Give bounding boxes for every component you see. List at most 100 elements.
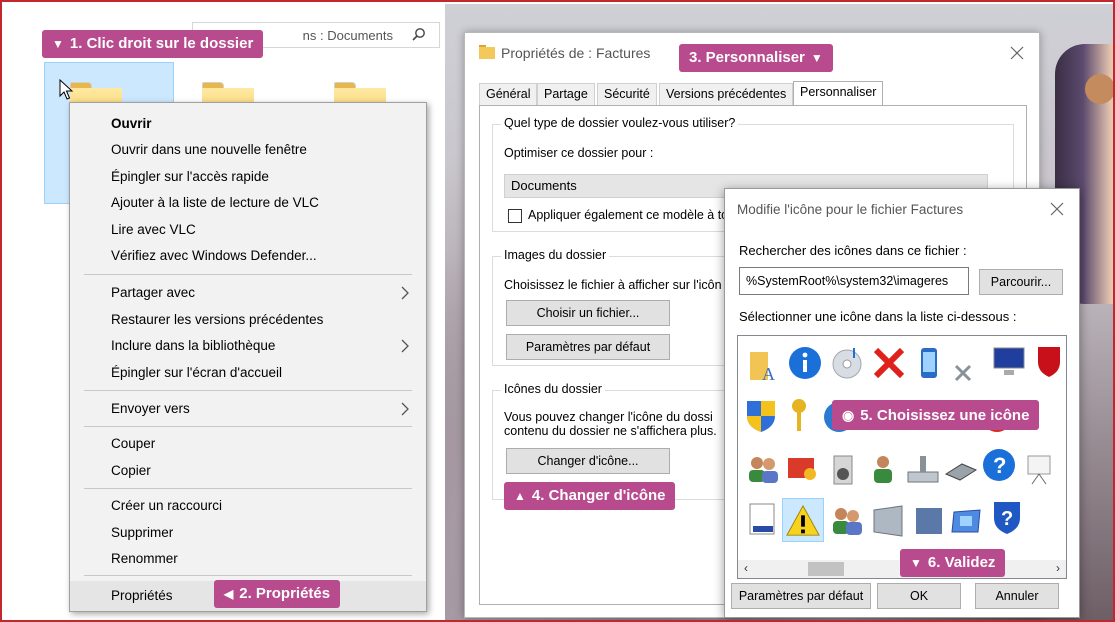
menu-separator xyxy=(84,488,412,489)
ok-button[interactable]: OK xyxy=(877,583,961,609)
tab-general[interactable]: Général xyxy=(479,83,538,105)
menu-item-add-vlc-playlist[interactable]: Ajouter à la liste de lecture de VLC xyxy=(70,190,426,216)
scanner-icon[interactable] xyxy=(942,450,980,488)
folder-icon xyxy=(479,45,495,59)
photo-child-hand xyxy=(1085,74,1113,104)
triangle-down-icon: ▼ xyxy=(810,51,823,65)
speaker-icon[interactable] xyxy=(824,450,862,488)
panel-icon[interactable] xyxy=(870,502,908,540)
cancel-button[interactable]: Annuler xyxy=(975,583,1059,609)
search-icons-label: Rechercher des icônes dans ce fichier : xyxy=(739,243,967,258)
info-icon[interactable] xyxy=(786,344,824,382)
user-card-icon[interactable] xyxy=(864,450,902,488)
red-x-icon[interactable] xyxy=(870,344,908,382)
choose-file-button[interactable]: Choisir un fichier... xyxy=(506,300,670,326)
tab-sharing[interactable]: Partage xyxy=(537,83,595,105)
scroll-thumb[interactable] xyxy=(808,562,844,576)
svg-text:A: A xyxy=(762,364,775,384)
apply-template-checkbox[interactable] xyxy=(508,209,522,223)
menu-separator xyxy=(84,390,412,391)
menu-item-delete[interactable]: Supprimer xyxy=(70,520,426,546)
icon-file-path-input[interactable]: %SystemRoot%\system32\imageres xyxy=(739,267,969,295)
menu-item-pin-quick-access[interactable]: Épingler sur l'accès rapide xyxy=(70,164,426,190)
browse-button[interactable]: Parcourir... xyxy=(979,269,1063,295)
menu-item-windows-defender[interactable]: Vérifiez avec Windows Defender... xyxy=(70,243,426,269)
chevron-right-icon xyxy=(401,286,409,300)
monitor-icon[interactable] xyxy=(990,342,1028,380)
step-badge-4: ▲ 4. Changer d'icône xyxy=(504,482,676,510)
images-description: Choisissez le fichier à afficher sur l'i… xyxy=(504,278,722,292)
help-icon[interactable]: ? xyxy=(980,446,1018,484)
triangle-left-icon: ◀ xyxy=(224,587,234,601)
users-group-icon[interactable] xyxy=(828,502,866,540)
menu-item-create-shortcut[interactable]: Créer un raccourci xyxy=(70,493,426,519)
menu-item-label: Inclure dans la bibliothèque xyxy=(111,338,276,353)
icons-description: contenu du dossier ne s'affichera plus. xyxy=(504,424,717,438)
scroll-right-icon[interactable]: › xyxy=(1056,561,1060,575)
mobile-device-icon[interactable] xyxy=(910,344,948,382)
warning-icon xyxy=(786,504,820,536)
shield-question-icon[interactable]: ? xyxy=(988,498,1026,536)
triangle-down-icon: ▼ xyxy=(910,556,922,570)
badge-label: 2. Propriétés xyxy=(239,585,331,602)
select-value: Documents xyxy=(511,178,577,193)
menu-item-copy[interactable]: Copier xyxy=(70,458,426,484)
step-badge-2: ◀ 2. Propriétés xyxy=(214,580,341,608)
cd-music-icon[interactable] xyxy=(828,344,866,382)
menu-item-label: Partager avec xyxy=(111,285,196,300)
menu-item-open-new-window[interactable]: Ouvrir dans une nouvelle fenêtre xyxy=(70,137,426,163)
menu-item-restore-versions[interactable]: Restaurer les versions précédentes xyxy=(70,307,426,333)
key-icon[interactable] xyxy=(780,396,818,434)
close-icon[interactable] xyxy=(1009,45,1025,61)
close-icon[interactable] xyxy=(1049,201,1065,217)
tab-security[interactable]: Sécurité xyxy=(597,83,657,105)
badge-label: 3. Personnaliser xyxy=(689,49,805,66)
menu-item-open[interactable]: Ouvrir xyxy=(70,111,426,137)
checklist-icon[interactable] xyxy=(744,500,782,538)
context-menu: Ouvrir Ouvrir dans une nouvelle fenêtre … xyxy=(69,102,427,612)
badge-label: 1. Clic droit sur le dossier xyxy=(69,35,254,52)
menu-item-rename[interactable]: Renommer xyxy=(70,546,426,572)
search-text: ns : Documents xyxy=(302,28,393,43)
badge-label: 5. Choisissez une icône xyxy=(860,407,1030,424)
group-label: Images du dossier xyxy=(501,248,610,262)
step-badge-5: ◉ 5. Choisissez une icône xyxy=(832,400,1040,430)
optimize-label: Optimiser ce dossier pour : xyxy=(504,146,654,160)
tab-previous-versions[interactable]: Versions précédentes xyxy=(659,83,794,105)
chevron-right-icon xyxy=(401,339,409,353)
menu-item-cut[interactable]: Couper xyxy=(70,431,426,457)
step-badge-1: ▼ 1. Clic droit sur le dossier xyxy=(42,30,264,58)
window-icon[interactable] xyxy=(910,502,948,540)
drive-icon[interactable] xyxy=(904,450,942,488)
icons-description: Vous pouvez changer l'icône du dossi xyxy=(504,410,713,424)
tab-customize[interactable]: Personnaliser xyxy=(793,81,884,106)
tutorial-frame: ns : Documents Ouvrir Ouvrir dans une no… xyxy=(0,0,1115,622)
triangle-down-icon: ▼ xyxy=(52,37,64,51)
menu-separator xyxy=(84,575,412,576)
step-badge-3: 3. Personnaliser ▼ xyxy=(679,44,833,72)
menu-item-play-vlc[interactable]: Lire avec VLC xyxy=(70,217,426,243)
change-icon-button[interactable]: Changer d'icône... xyxy=(506,448,670,474)
presentation-icon[interactable] xyxy=(1020,450,1058,488)
default-settings-button[interactable]: Paramètres par défaut xyxy=(506,334,670,360)
shield-red-icon[interactable] xyxy=(1030,342,1067,380)
icon-list[interactable]: A ? ? ‹ › xyxy=(737,335,1067,579)
scroll-left-icon[interactable]: ‹ xyxy=(744,561,748,575)
dialog-title: Modifie l'icône pour le fichier Factures xyxy=(737,202,964,217)
photo-settings-icon[interactable] xyxy=(784,450,822,488)
selected-icon-cell[interactable] xyxy=(782,498,824,542)
display-icon[interactable] xyxy=(948,502,986,540)
menu-item-pin-start[interactable]: Épingler sur l'écran d'accueil xyxy=(70,360,426,386)
uac-shield-icon[interactable] xyxy=(742,396,780,434)
users-icon[interactable] xyxy=(744,450,782,488)
folder-font-icon[interactable]: A xyxy=(746,346,784,384)
target-icon: ◉ xyxy=(842,407,855,423)
menu-item-send-to[interactable]: Envoyer vers xyxy=(70,396,426,422)
menu-item-share-with[interactable]: Partager avec xyxy=(70,280,426,306)
search-icon xyxy=(412,28,425,41)
svg-text:?: ? xyxy=(993,453,1006,478)
triangle-up-icon: ▲ xyxy=(514,489,526,503)
default-settings-button[interactable]: Paramètres par défaut xyxy=(731,583,871,609)
menu-item-include-library[interactable]: Inclure dans la bibliothèque xyxy=(70,333,426,359)
small-x-icon[interactable] xyxy=(944,354,982,392)
